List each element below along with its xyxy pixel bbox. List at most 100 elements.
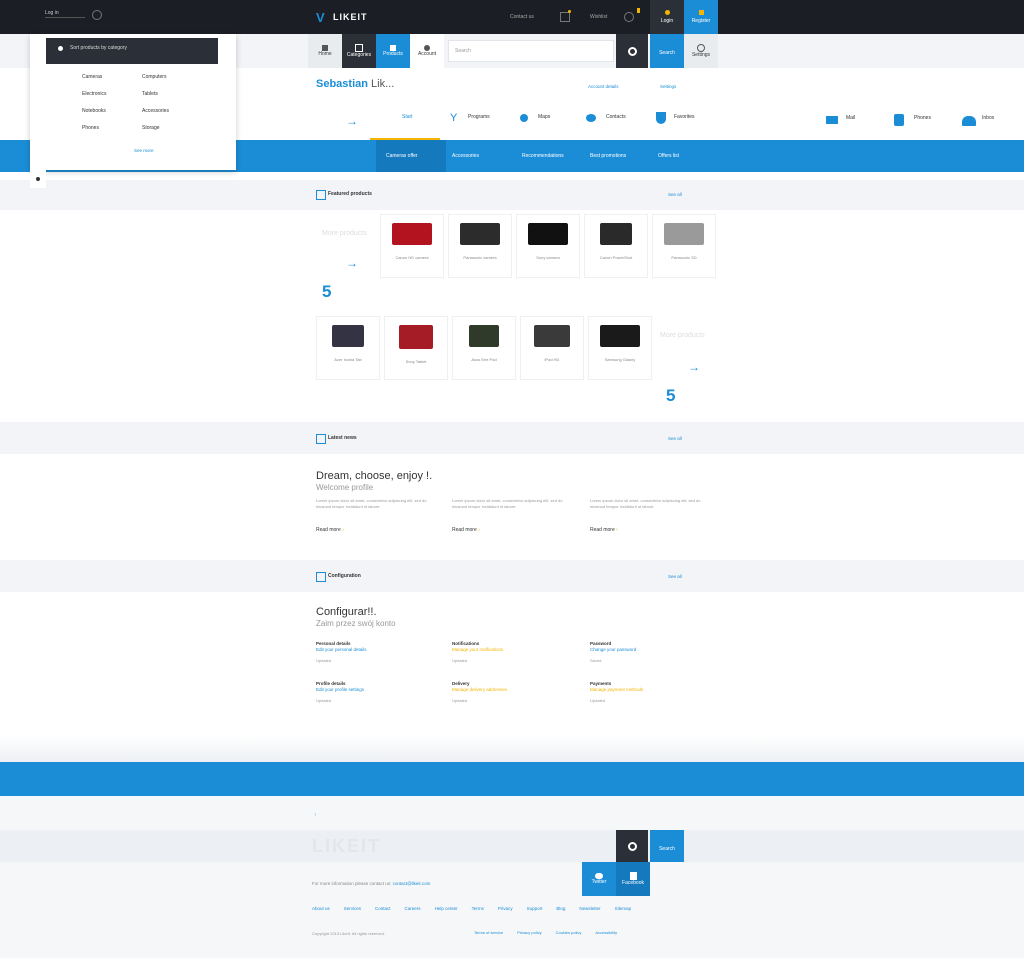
subnav-account[interactable]: Account bbox=[410, 34, 444, 68]
cat-inbox[interactable]: Inbox bbox=[960, 112, 1020, 132]
cat-favorites[interactable]: Favorites bbox=[652, 108, 716, 138]
footer-top-link[interactable]: ↑ bbox=[314, 812, 316, 817]
footer-bottom-link[interactable]: Accessibility bbox=[595, 930, 617, 935]
footer-link[interactable]: Careers bbox=[405, 906, 421, 911]
footer-tile[interactable]: Search bbox=[650, 830, 684, 862]
dropdown-item[interactable]: Cameras bbox=[82, 74, 102, 81]
section1-link[interactable]: See all bbox=[668, 192, 682, 197]
twitter-button[interactable]: Twitter bbox=[582, 862, 616, 896]
footer-bottom-link[interactable]: Privacy policy bbox=[517, 930, 541, 935]
blue-nav-item-1[interactable]: Accessories bbox=[452, 153, 479, 159]
cat-mail[interactable]: Mail bbox=[824, 112, 884, 132]
cat-programs[interactable]: Y Programs bbox=[446, 108, 516, 138]
blue-nav-item-0[interactable]: Cameras offer bbox=[386, 153, 418, 159]
arrow-icon: › bbox=[342, 527, 344, 533]
config-item-link[interactable]: Manage delivery addresses bbox=[452, 687, 572, 692]
cart-badge bbox=[568, 10, 571, 13]
section3-link[interactable]: See all bbox=[668, 574, 682, 579]
subnav-categories[interactable]: Categories bbox=[342, 34, 376, 68]
product-card[interactable]: Panasonic SD bbox=[652, 214, 716, 278]
dropdown-item[interactable]: Tablets bbox=[142, 91, 158, 98]
footer-link[interactable]: Help center bbox=[435, 906, 458, 911]
logo-text[interactable]: LIKEIT bbox=[333, 12, 368, 22]
product-card[interactable]: Acer Iconia Tab bbox=[316, 316, 380, 380]
subnav-products[interactable]: Products bbox=[376, 34, 410, 68]
footer-link[interactable]: Blog bbox=[556, 906, 565, 911]
section2-link[interactable]: See all bbox=[668, 436, 682, 441]
blue-nav-item-3[interactable]: Best promotions bbox=[590, 153, 626, 159]
footer-link[interactable]: Terms bbox=[472, 906, 484, 911]
read-more-link[interactable]: Read more › bbox=[452, 527, 480, 534]
product-card[interactable]: Canon HD camera bbox=[380, 214, 444, 278]
placeholder-text: More products bbox=[322, 230, 367, 237]
subnav-tile-search[interactable]: Search bbox=[650, 34, 684, 68]
account-link[interactable]: Log in bbox=[45, 10, 85, 18]
dropdown-toggle[interactable] bbox=[30, 170, 46, 188]
login-tile[interactable]: Login bbox=[650, 0, 684, 34]
dropdown-item[interactable]: Computers bbox=[142, 74, 166, 81]
cat-programs-label: Programs bbox=[468, 114, 490, 120]
cat-maps-label: Maps bbox=[538, 114, 551, 120]
footer-link[interactable]: Newsletter bbox=[579, 906, 600, 911]
footer-link[interactable]: Support bbox=[527, 906, 543, 911]
footer-search-button[interactable] bbox=[616, 830, 648, 862]
grid-icon bbox=[355, 43, 363, 52]
product-card[interactable]: Canon PowerShot bbox=[584, 214, 648, 278]
config-item-link[interactable]: Manage your notifications bbox=[452, 647, 572, 652]
subnav-tile-settings[interactable]: Settings bbox=[684, 34, 718, 68]
product-caption: Panasonic camera bbox=[463, 255, 497, 260]
section3-title: Configuration bbox=[328, 573, 361, 579]
product-card[interactable]: Sony Tablet bbox=[384, 316, 448, 380]
footer-link[interactable]: Services bbox=[344, 906, 361, 911]
footer-logo: LIKEIT bbox=[312, 836, 381, 856]
dropdown-more-link[interactable]: See more bbox=[134, 148, 154, 153]
search-input[interactable]: Search bbox=[448, 40, 614, 62]
contact-link[interactable]: Contact us bbox=[510, 14, 534, 21]
footer-bottom-link[interactable]: Cookies policy bbox=[556, 930, 582, 935]
facebook-button[interactable]: Facebook bbox=[616, 862, 650, 896]
read-more-link[interactable]: Read more › bbox=[590, 527, 618, 534]
footer-link[interactable]: Privacy bbox=[498, 906, 513, 911]
cat-maps[interactable]: Maps bbox=[516, 108, 582, 138]
search-button[interactable] bbox=[616, 34, 648, 68]
register-tile[interactable]: Register bbox=[684, 0, 718, 34]
arrow-right-icon[interactable]: → bbox=[346, 256, 358, 270]
product-card[interactable]: iPad HD bbox=[520, 316, 584, 380]
blue-nav-item-4[interactable]: Offers list bbox=[658, 153, 679, 159]
cart-icon[interactable] bbox=[560, 12, 570, 22]
blue-nav-item-2[interactable]: Recommendations bbox=[522, 153, 564, 159]
product-card[interactable]: Asus Eee Pad bbox=[452, 316, 516, 380]
section2-heading: Dream, choose, enjoy !. bbox=[316, 470, 433, 482]
read-more-link[interactable]: Read more › bbox=[316, 527, 344, 534]
arrow-right-icon[interactable]: → bbox=[688, 360, 700, 374]
dropdown-item[interactable]: Notebooks bbox=[82, 108, 106, 115]
footer-link[interactable]: Contact bbox=[375, 906, 391, 911]
footer-contact-email[interactable]: contact@likeit.com bbox=[393, 881, 431, 886]
profile-link-account[interactable]: Account details bbox=[588, 84, 619, 89]
eye-icon bbox=[586, 114, 596, 122]
dropdown-item[interactable]: Phones bbox=[82, 125, 99, 132]
user-icon[interactable] bbox=[92, 10, 102, 20]
dropdown-item[interactable]: Electronics bbox=[82, 91, 106, 98]
dropdown-item[interactable]: Storage bbox=[142, 125, 160, 132]
product-card[interactable]: Samsung Galaxy bbox=[588, 316, 652, 380]
product-card[interactable]: Panasonic camera bbox=[448, 214, 512, 278]
config-item-link[interactable]: Edit your profile settings bbox=[316, 687, 436, 692]
bell-icon[interactable] bbox=[624, 12, 634, 22]
cat-phones[interactable]: Phones bbox=[892, 112, 952, 132]
footer-bottom-link[interactable]: Terms of service bbox=[474, 930, 503, 935]
cat-contacts[interactable]: Contacts bbox=[584, 108, 648, 138]
subnav-home[interactable]: Home bbox=[308, 34, 342, 68]
footer-link[interactable]: About us bbox=[312, 906, 330, 911]
profile-name: Sebastian Lik... bbox=[316, 78, 394, 90]
cat-start[interactable]: Start bbox=[370, 108, 440, 140]
footer-link[interactable]: Sitemap bbox=[615, 906, 632, 911]
product-card[interactable]: Sony camera bbox=[516, 214, 580, 278]
wishlist-link[interactable]: Wishlist bbox=[590, 14, 607, 21]
config-item-link[interactable]: Edit your personal details bbox=[316, 647, 436, 652]
arrow-right-icon[interactable]: → bbox=[346, 114, 358, 128]
config-item-link[interactable]: Change your password bbox=[590, 647, 710, 652]
profile-link-settings[interactable]: Settings bbox=[660, 84, 676, 89]
dropdown-item[interactable]: Accessories bbox=[142, 108, 169, 115]
config-item-link[interactable]: Manage payment methods bbox=[590, 687, 710, 692]
